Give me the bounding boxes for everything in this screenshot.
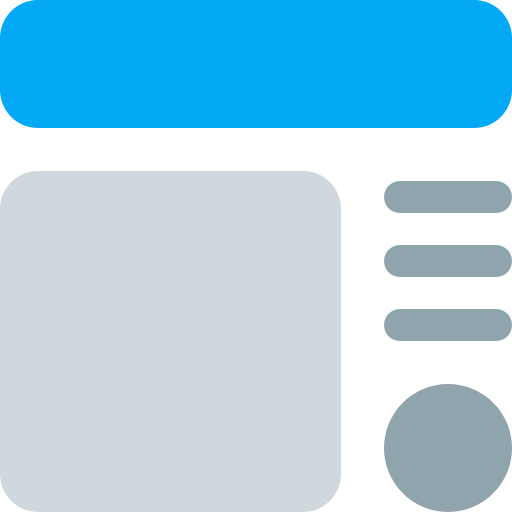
avatar-circle <box>384 384 512 512</box>
menu-line-3 <box>384 309 512 341</box>
dashboard-layout-icon <box>0 0 512 512</box>
content-panel <box>0 171 341 512</box>
menu-line-1 <box>384 181 512 213</box>
header-bar <box>0 0 512 128</box>
menu-line-2 <box>384 245 512 277</box>
